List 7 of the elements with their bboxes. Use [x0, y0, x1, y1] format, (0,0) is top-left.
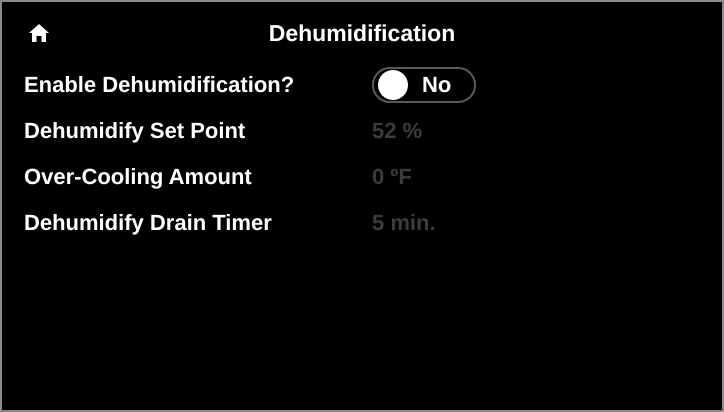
screen-title: Dehumidification — [268, 20, 456, 46]
home-icon[interactable] — [28, 23, 50, 43]
setting-label: Dehumidify Drain Timer — [24, 210, 273, 236]
setting-label: Enable Dehumidification? — [24, 72, 296, 98]
toggle-switch[interactable]: No — [372, 67, 476, 103]
setting-label: Dehumidify Set Point — [24, 118, 246, 144]
setting-label: Over-Cooling Amount — [24, 164, 253, 190]
